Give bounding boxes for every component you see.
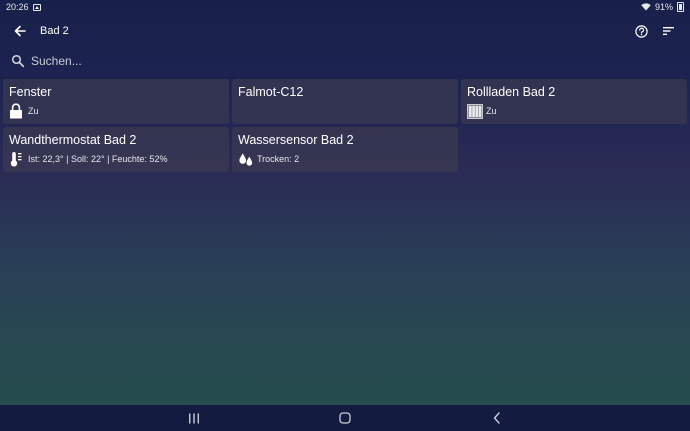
arrow-left-icon xyxy=(14,25,26,37)
tile-title: Wassersensor Bad 2 xyxy=(238,133,354,147)
tile-wassersensor-bad-2[interactable]: Wassersensor Bad 2 Trocken: 2 xyxy=(232,127,458,172)
image-notification-icon xyxy=(32,3,41,11)
back-icon xyxy=(493,412,500,424)
tile-rollladen-bad-2[interactable]: Rollladen Bad 2 Zu xyxy=(461,79,687,124)
search-input[interactable] xyxy=(31,54,331,68)
recents-button[interactable] xyxy=(174,405,214,431)
help-button[interactable] xyxy=(630,20,652,42)
battery-percent: 91% xyxy=(654,2,673,12)
tile-title: Rollladen Bad 2 xyxy=(467,85,556,99)
sort-button[interactable] xyxy=(658,20,680,42)
tile-title: Falmot-C12 xyxy=(238,85,304,99)
tile-status: Ist: 22,3° | Soll: 22° | Feuchte: 52% xyxy=(28,154,168,164)
wifi-icon xyxy=(641,3,651,11)
tile-status: Zu xyxy=(486,106,497,116)
tile-status: Trocken: 2 xyxy=(257,154,300,164)
help-icon xyxy=(634,24,648,38)
status-bar: 20:26 91% xyxy=(0,0,690,14)
tile-title: Wandthermostat Bad 2 xyxy=(9,133,137,147)
nav-back-button[interactable] xyxy=(477,405,517,431)
app-bar: Bad 2 xyxy=(0,14,690,48)
tile-fenster[interactable]: Fenster Zu xyxy=(3,79,229,124)
battery-icon xyxy=(677,2,684,12)
lock-icon xyxy=(9,103,25,119)
sort-icon xyxy=(663,27,674,35)
back-button[interactable] xyxy=(0,14,40,48)
water-drops-icon xyxy=(238,151,254,167)
tile-title: Fenster xyxy=(9,85,52,99)
status-time: 20:26 xyxy=(6,2,29,12)
navigation-bar xyxy=(0,405,690,431)
tile-status: Zu xyxy=(28,106,39,116)
search-icon xyxy=(11,54,25,68)
home-button[interactable] xyxy=(325,405,365,431)
shutter-icon xyxy=(467,103,483,119)
home-icon xyxy=(339,412,351,424)
tile-wandthermostat-bad-2[interactable]: Wandthermostat Bad 2 Ist: 22,3° | Soll: … xyxy=(3,127,229,172)
thermometer-icon xyxy=(9,151,25,167)
page-title: Bad 2 xyxy=(40,25,69,37)
search-bar xyxy=(0,48,690,74)
recents-icon xyxy=(189,413,199,423)
tile-falmot-c12[interactable]: Falmot-C12 xyxy=(232,79,458,124)
